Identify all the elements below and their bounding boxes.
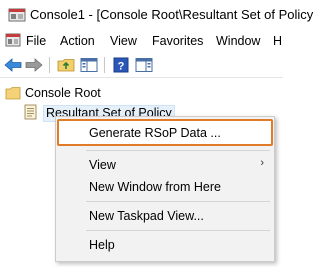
svg-text:?: ? xyxy=(118,61,125,73)
menu-item-view[interactable]: View › xyxy=(56,154,274,176)
menu-file[interactable]: File xyxy=(26,34,46,48)
help-button[interactable]: ? xyxy=(111,55,131,75)
back-icon xyxy=(4,58,22,72)
toolbar-separator xyxy=(49,57,50,73)
menu-item-label: New Window from Here xyxy=(89,180,221,194)
show-action-pane-button[interactable] xyxy=(134,55,154,75)
menu-separator xyxy=(86,230,270,231)
context-menu: Generate RSoP Data ... View › New Window… xyxy=(55,116,275,262)
back-button[interactable] xyxy=(3,55,23,75)
folder-icon xyxy=(5,87,21,100)
menu-item-help[interactable]: Help xyxy=(56,234,274,256)
toolbar: ? xyxy=(0,52,283,78)
forward-button[interactable] xyxy=(24,55,44,75)
menu-action[interactable]: Action xyxy=(60,34,95,48)
submenu-arrow-icon: › xyxy=(260,157,264,169)
menu-favorites[interactable]: Favorites xyxy=(152,34,203,48)
menu-separator xyxy=(86,201,270,202)
help-icon: ? xyxy=(113,57,129,73)
menu-separator xyxy=(86,150,270,151)
menu-bar: File Action View Favorites Window H xyxy=(0,30,283,52)
menu-help[interactable]: H xyxy=(273,34,282,48)
forward-icon xyxy=(25,58,43,72)
menu-item-label: Help xyxy=(89,238,115,252)
title-bar: Console1 - [Console Root\Resultant Set o… xyxy=(0,0,313,30)
up-one-level-button[interactable] xyxy=(56,55,76,75)
menu-window[interactable]: Window xyxy=(216,34,260,48)
up-folder-icon xyxy=(57,59,75,72)
toolbar-separator xyxy=(104,57,105,73)
policy-document-icon xyxy=(24,104,37,120)
menu-item-generate-rsop-data[interactable]: Generate RSoP Data ... xyxy=(57,119,273,146)
menu-item-label: Generate RSoP Data ... xyxy=(89,126,221,140)
mmc-app-icon xyxy=(8,8,26,22)
window-title: Console1 - [Console Root\Resultant Set o… xyxy=(30,7,314,22)
tree-node-label: Console Root xyxy=(25,86,101,100)
menu-item-label: New Taskpad View... xyxy=(89,209,204,223)
menu-item-new-taskpad-view[interactable]: New Taskpad View... xyxy=(56,205,274,227)
console-system-icon[interactable] xyxy=(5,32,21,48)
menu-view[interactable]: View xyxy=(110,34,137,48)
menu-item-label: View xyxy=(89,158,116,172)
menu-item-new-window-from-here[interactable]: New Window from Here xyxy=(56,176,274,198)
show-hide-tree-icon xyxy=(80,58,98,72)
show-hide-tree-button[interactable] xyxy=(79,55,99,75)
action-pane-icon xyxy=(135,58,153,72)
